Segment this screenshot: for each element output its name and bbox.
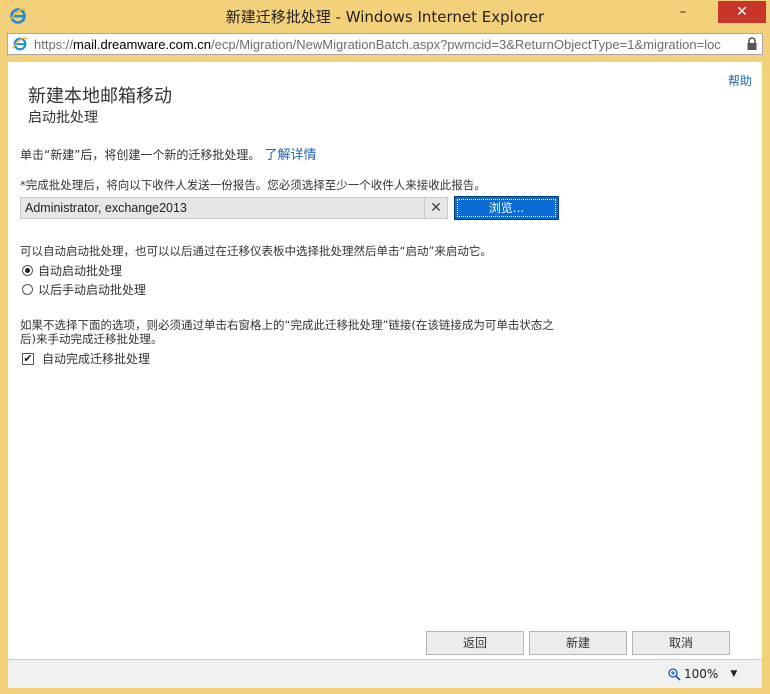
dialog-content: 帮助 新建本地邮箱移动 启动批处理 单击“新建”后，将创建一个新的迁移批处理。了…	[8, 62, 762, 659]
recipients-value: Administrator, exchange2013	[25, 201, 187, 215]
url-text[interactable]: https://mail.dreamware.com.cn/ecp/Migrat…	[34, 37, 744, 52]
help-link[interactable]: 帮助	[728, 72, 752, 89]
intro-text: 单击“新建”后，将创建一个新的迁移批处理。 了解详情	[20, 144, 316, 163]
minimize-button[interactable]: –	[668, 0, 698, 24]
radio-label: 自动启动批处理	[38, 264, 123, 278]
auto-complete-option[interactable]: ✔ 自动完成迁移批处理	[22, 350, 150, 367]
complete-batch-note: 如果不选择下面的选项，则必须通过单击右窗格上的“完成此迁移批处理”链接(在该链接…	[20, 318, 554, 346]
radio-manual-start[interactable]: 以后手动启动批处理	[22, 281, 146, 298]
internet-explorer-icon	[12, 37, 28, 51]
page-subtitle: 启动批处理	[28, 110, 98, 126]
new-button[interactable]: 新建	[529, 631, 627, 655]
url-domain: mail.dreamware.com.cn	[73, 37, 212, 52]
clear-icon[interactable]: ✕	[424, 198, 447, 218]
cancel-button[interactable]: 取消	[632, 631, 730, 655]
checkbox-label: 自动完成迁移批处理	[42, 352, 151, 366]
zoom-icon	[668, 667, 681, 681]
ie-window: 新建迁移批处理 - Windows Internet Explorer – ✕ …	[0, 0, 770, 694]
back-button[interactable]: 返回	[426, 631, 524, 655]
status-bar: 100% ▼	[8, 660, 762, 688]
learn-more-link[interactable]: 了解详情	[264, 148, 316, 163]
radio-label: 以后手动启动批处理	[38, 283, 147, 297]
radio-auto-start[interactable]: 自动启动批处理	[22, 262, 122, 279]
chevron-down-icon[interactable]: ▼	[730, 669, 737, 679]
url-path: /ecp/Migration/NewMigrationBatch.aspx?pw…	[211, 37, 721, 52]
browse-button[interactable]: 浏览...	[454, 196, 559, 220]
zoom-control[interactable]: 100% ▼	[668, 667, 737, 681]
zoom-level: 100%	[684, 667, 719, 681]
start-batch-note: 可以自动启动批处理，也可以以后通过在迁移仪表板中选择批处理然后单击“启动”来启动…	[20, 244, 492, 258]
address-bar[interactable]: https://mail.dreamware.com.cn/ecp/Migrat…	[7, 33, 763, 55]
title-bar: 新建迁移批处理 - Windows Internet Explorer – ✕	[0, 0, 770, 31]
radio-button-selected[interactable]	[22, 265, 33, 276]
page-title: 新建本地邮箱移动	[28, 86, 172, 107]
lock-icon[interactable]	[746, 37, 758, 51]
window-title: 新建迁移批处理 - Windows Internet Explorer	[225, 8, 545, 26]
recipients-field[interactable]: Administrator, exchange2013 ✕	[20, 197, 448, 219]
radio-button[interactable]	[22, 284, 33, 295]
checkbox-checked[interactable]: ✔	[22, 352, 34, 365]
intro-label: 单击“新建”后，将创建一个新的迁移批处理。	[20, 148, 261, 162]
report-recipients-note: *完成批处理后，将向以下收件人发送一份报告。您必须选择至少一个收件人来接收此报告…	[20, 178, 486, 192]
url-prefix: https://	[34, 37, 74, 52]
close-button[interactable]: ✕	[718, 1, 766, 23]
